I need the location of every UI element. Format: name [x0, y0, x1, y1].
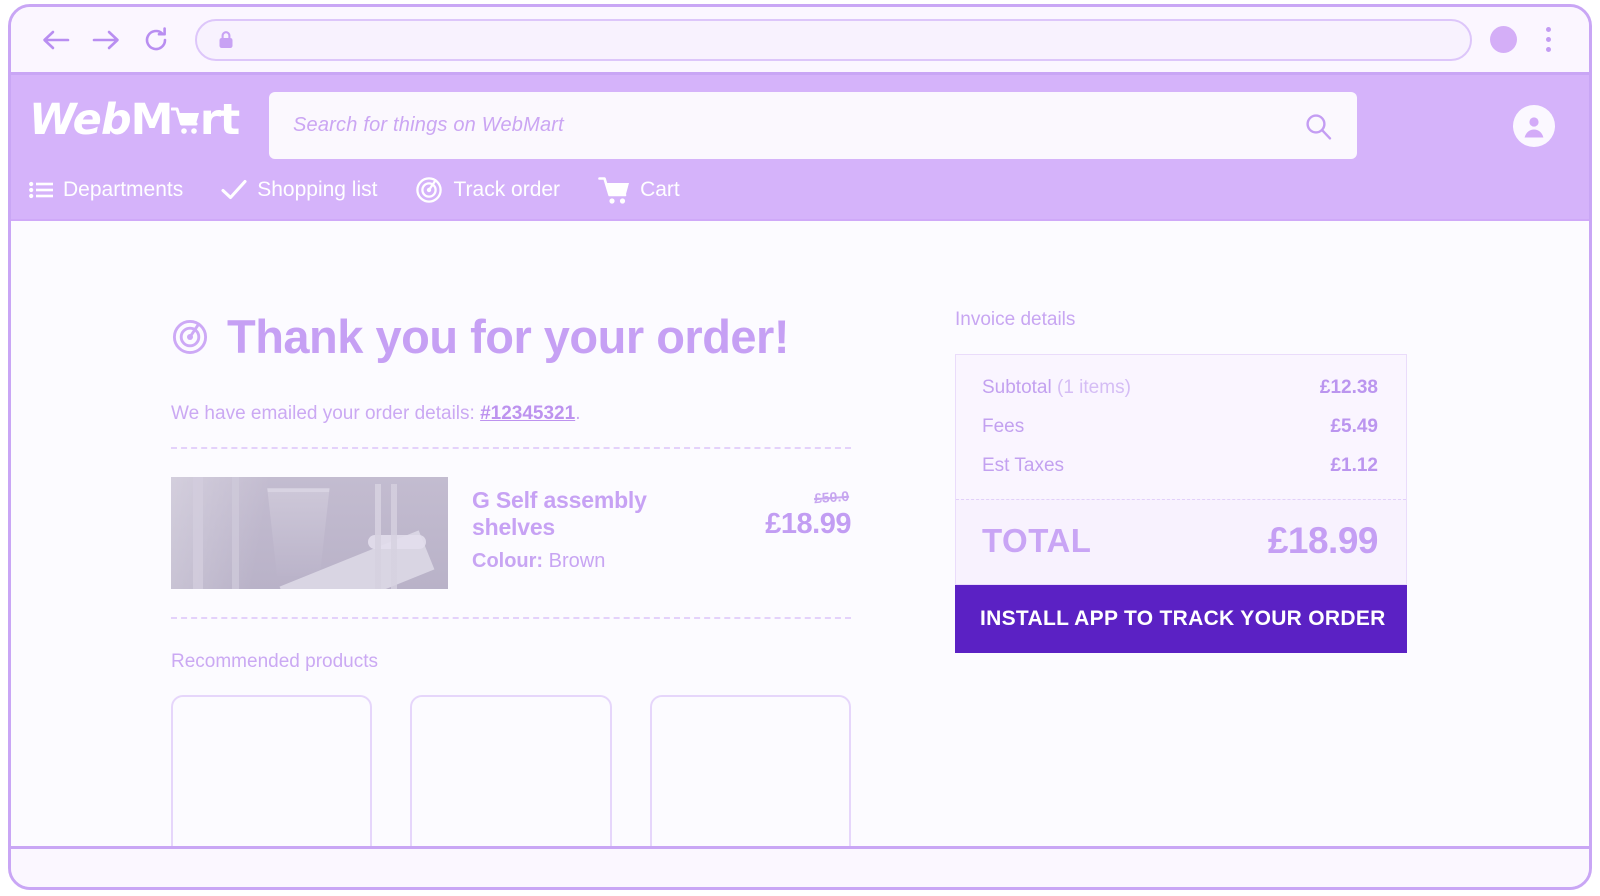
- browser-menu-button[interactable]: [1537, 25, 1559, 55]
- product-price-current: £18.99: [765, 508, 851, 540]
- reload-icon: [145, 26, 167, 50]
- invoice-row-value: £1.12: [1330, 455, 1378, 476]
- product-colour-value: Brown: [548, 550, 606, 572]
- arrow-right-icon: [92, 30, 119, 49]
- thumb-decor: [231, 477, 239, 589]
- invoice-row-est-taxes: Est Taxes £1.12: [982, 455, 1378, 477]
- lock-icon: [219, 30, 233, 48]
- invoice-row-fees: Fees £5.49: [982, 416, 1378, 438]
- list-menu-icon: [29, 181, 53, 199]
- invoice-total-label: TOTAL: [982, 522, 1092, 559]
- divider-bottom: [171, 617, 851, 619]
- invoice-row-subtotal: Subtotal (1 items) £12.38: [982, 377, 1378, 399]
- reload-button[interactable]: [139, 23, 173, 57]
- sidebar-item-shopping-list[interactable]: Shopping list: [221, 178, 377, 202]
- thumb-decor: [367, 535, 426, 550]
- browser-profile-button[interactable]: [1490, 26, 1517, 53]
- recommended-products-title: Recommended products: [171, 651, 378, 672]
- radar-target-icon: [172, 319, 208, 354]
- browser-nav-buttons: [39, 23, 173, 57]
- product-colour-label: Colour:: [472, 550, 544, 572]
- invoice-label-text: Subtotal: [982, 377, 1052, 398]
- thumb-decor: [193, 477, 204, 589]
- recommended-product-card[interactable]: [410, 695, 612, 852]
- product-colour: Colour: Brown: [472, 550, 721, 573]
- recommended-products-list: [171, 695, 851, 852]
- nav-label-shopping-list: Shopping list: [257, 178, 378, 201]
- product-title[interactable]: G Self assembly shelves: [472, 487, 721, 541]
- logo-m-letter: M: [130, 95, 174, 145]
- nav-label-departments: Departments: [63, 178, 184, 201]
- product-thumbnail[interactable]: [171, 477, 448, 589]
- invoice-panel: Invoice details Subtotal (1 items) £12.3…: [955, 309, 1407, 653]
- search-placeholder: Search for things on WebMart: [293, 114, 564, 136]
- logo-rt-text: rt: [199, 95, 240, 145]
- sidebar-item-cart[interactable]: Cart: [598, 175, 680, 205]
- shopping-cart-icon: [170, 98, 201, 134]
- divider-top: [171, 447, 851, 449]
- kebab-dot: [1545, 47, 1551, 52]
- address-bar[interactable]: [195, 18, 1472, 61]
- account-button[interactable]: [1513, 105, 1555, 147]
- invoice-card: Subtotal (1 items) £12.38 Fees £5.49 Est…: [955, 354, 1407, 585]
- search-icon[interactable]: [1303, 111, 1333, 141]
- recommended-product-card[interactable]: [171, 695, 373, 852]
- invoice-rows: Subtotal (1 items) £12.38 Fees £5.49 Est…: [956, 355, 1406, 499]
- order-confirmation-column: Thank you for your order! We have emaile…: [171, 221, 852, 852]
- invoice-row-label: Fees: [982, 416, 1025, 437]
- shopping-cart-icon: [598, 175, 630, 205]
- invoice-total-value: £18.99: [1267, 520, 1379, 561]
- back-button[interactable]: [39, 23, 73, 57]
- invoice-row-label: Subtotal (1 items): [982, 377, 1131, 399]
- order-email-notice: We have emailed your order details: #123…: [171, 403, 851, 425]
- browser-window: Web M rt Search for things on WebMart De…: [8, 4, 1592, 890]
- browser-toolbar: [11, 7, 1589, 75]
- recommended-product-card[interactable]: [649, 695, 851, 852]
- product-info: G Self assembly shelves Colour: Brown: [472, 477, 721, 573]
- site-header: Web M rt Search for things on WebMart De…: [11, 75, 1589, 221]
- page-title-text: Thank you for your order!: [227, 310, 790, 363]
- order-email-suffix: .: [575, 403, 581, 424]
- forward-button[interactable]: [89, 23, 123, 57]
- invoice-row-label: Est Taxes: [982, 455, 1065, 476]
- toolbar-right-group: [1490, 25, 1559, 55]
- invoice-row-value: £5.49: [1330, 416, 1378, 437]
- radar-target-icon: [415, 176, 443, 204]
- sidebar-item-track-order[interactable]: Track order: [415, 176, 560, 204]
- product-price-block: £50.0 £18.99: [721, 477, 851, 541]
- webmart-logo[interactable]: Web M rt: [29, 95, 241, 145]
- thumb-decor: [279, 530, 435, 589]
- kebab-dot: [1545, 37, 1551, 42]
- order-number-link[interactable]: #12345321: [480, 403, 575, 424]
- search-input[interactable]: Search for things on WebMart: [269, 92, 1357, 159]
- sidebar-item-departments[interactable]: Departments: [29, 178, 183, 202]
- logo-web-text: Web: [29, 95, 132, 145]
- page-viewport: Web M rt Search for things on WebMart De…: [11, 75, 1589, 852]
- product-price-original: £50.0: [813, 487, 850, 507]
- page-title: Thank you for your order!: [171, 309, 851, 364]
- order-item-row: G Self assembly shelves Colour: Brown £5…: [171, 477, 852, 589]
- check-icon: [221, 179, 247, 201]
- site-navbar: Departments Shopping list Track order Ca…: [29, 175, 680, 205]
- invoice-row-value: £12.38: [1319, 377, 1378, 398]
- invoice-title: Invoice details: [955, 309, 1076, 330]
- page-body: Thank you for your order! We have emaile…: [11, 221, 1589, 852]
- invoice-label-note: (1 items): [1051, 377, 1131, 398]
- invoice-total-row: TOTAL £18.99: [956, 499, 1406, 584]
- arrow-left-icon: [43, 30, 70, 49]
- logo-mart-text: M rt: [130, 95, 241, 145]
- nav-label-cart: Cart: [640, 178, 680, 201]
- kebab-dot: [1545, 27, 1551, 32]
- install-app-button[interactable]: INSTALL APP TO TRACK YOUR ORDER: [955, 585, 1407, 653]
- browser-bottom-strip: [11, 846, 1589, 887]
- order-email-prefix: We have emailed your order details:: [171, 403, 481, 424]
- account-circle-icon: [1524, 117, 1544, 138]
- nav-label-track-order: Track order: [453, 178, 561, 201]
